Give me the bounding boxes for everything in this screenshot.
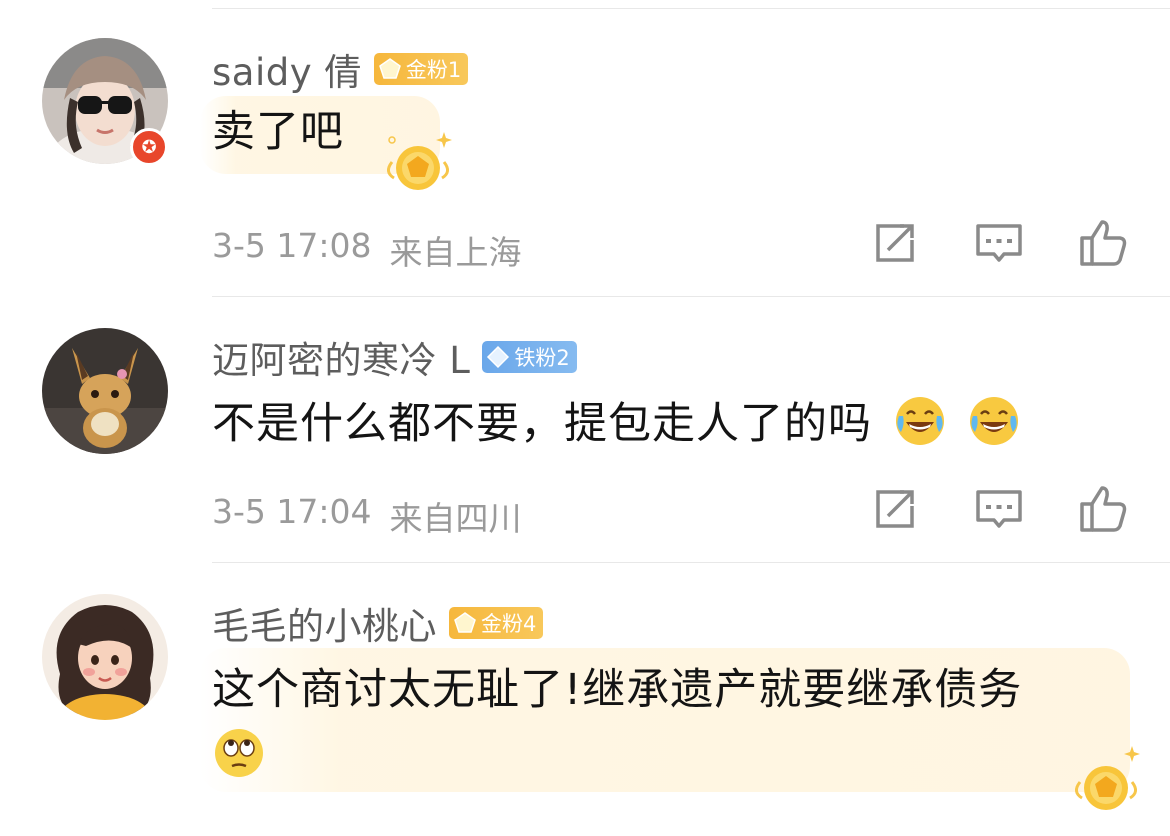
comment-header: 毛毛的小桃心 金粉4: [212, 596, 544, 650]
comment-text: 不是什么都不要，提包走人了的吗: [212, 392, 1021, 456]
comment-header: 迈阿密的寒冷 L 铁粉2: [212, 332, 577, 382]
comment-header: saidy 倩 金粉1: [212, 42, 469, 96]
thumbs-up-icon[interactable]: [1076, 482, 1130, 536]
comment-location: 来自四川: [389, 499, 522, 538]
fan-badge-label: 金粉4: [481, 612, 537, 636]
comment-actions: [868, 482, 1130, 536]
iron-fan-gem-icon: [487, 345, 510, 369]
avatar-image: [42, 328, 168, 454]
gold-fan-gem-icon: [378, 58, 401, 79]
comment-location: 来自上海: [389, 233, 522, 272]
username[interactable]: 毛毛的小桃心: [212, 596, 437, 650]
thumbs-up-icon[interactable]: [1076, 216, 1130, 270]
coin-reward-icon[interactable]: [1068, 742, 1148, 822]
divider: [212, 562, 1170, 563]
username[interactable]: saidy 倩: [212, 42, 362, 96]
avatar[interactable]: [42, 594, 168, 720]
comment-time: 3-5 17:08: [212, 226, 372, 265]
divider-top: [212, 8, 1170, 9]
fan-badge-label: 金粉1: [405, 58, 462, 82]
coin-reward-icon[interactable]: [380, 122, 460, 202]
comment-text-body: 不是什么都不要，提包走人了的吗: [212, 399, 872, 449]
comment-icon[interactable]: [972, 482, 1026, 536]
comment-icon[interactable]: [972, 216, 1026, 270]
fan-badge-label: 铁粉2: [514, 346, 570, 370]
laugh-cry-icon: [970, 397, 1019, 445]
fan-badge[interactable]: 金粉4: [449, 607, 544, 639]
comment-meta: 3-5 17:08 来自上海: [212, 226, 522, 274]
divider: [212, 296, 1170, 297]
share-icon[interactable]: [868, 482, 922, 536]
avatar[interactable]: [42, 328, 168, 454]
comment-actions: [868, 216, 1130, 270]
comment-text: 卖了吧: [212, 107, 344, 157]
comment-time: 3-5 17:04: [212, 492, 372, 531]
comment-meta: 3-5 17:04 来自四川: [212, 492, 522, 540]
laugh-cry-icon: [895, 397, 944, 445]
fan-badge[interactable]: 铁粉2: [482, 341, 577, 373]
username[interactable]: 迈阿密的寒冷 L: [212, 330, 470, 384]
verified-badge-icon: ✪: [130, 128, 168, 166]
avatar-image: [42, 594, 168, 720]
comment-text: 这个商讨太无耻了!继承遗产就要继承债务: [212, 665, 1023, 715]
eye-roll-icon: [215, 729, 263, 777]
comment-text-emoji-line: [212, 724, 266, 788]
fan-badge[interactable]: 金粉1: [373, 53, 469, 85]
share-icon[interactable]: [868, 216, 922, 270]
gold-fan-gem-icon: [454, 612, 476, 633]
